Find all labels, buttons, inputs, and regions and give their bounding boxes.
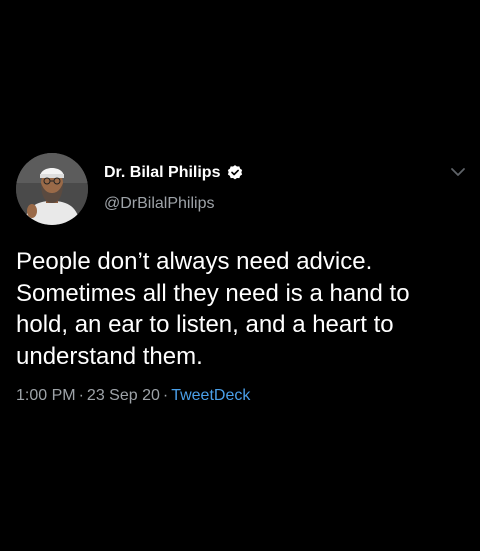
meta-separator: ·: [162, 387, 169, 404]
tweet-source-link[interactable]: TweetDeck: [171, 387, 250, 404]
tweet-text-line: People don’t always need advice.: [16, 248, 373, 275]
display-name[interactable]: Dr. Bilal Philips: [104, 164, 220, 182]
tweet-text: People don’t always need advice. Sometim…: [16, 246, 468, 372]
avatar-image: [16, 153, 88, 225]
tweet-time[interactable]: 1:00 PM: [16, 387, 76, 404]
tweet-text-line: understand them.: [16, 342, 203, 370]
author-name-row: Dr. Bilal Philips: [104, 161, 244, 185]
tweet-card: Dr. Bilal Philips @DrBilalPhilips People…: [0, 0, 480, 551]
verified-badge-icon: [226, 164, 244, 182]
meta-separator: ·: [78, 387, 84, 404]
author-handle[interactable]: @DrBilalPhilips: [104, 195, 215, 213]
chevron-down-icon[interactable]: [448, 164, 468, 180]
avatar[interactable]: [16, 153, 88, 225]
tweet-text-line: hold, an ear to listen, and a heart to: [16, 311, 394, 338]
tweet-date[interactable]: 23 Sep 20: [87, 387, 160, 404]
tweet-text-line: Sometimes all they need is a hand to: [16, 279, 410, 307]
tweet-meta: 1:00 PM · 23 Sep 20 · TweetDeck: [16, 387, 250, 405]
